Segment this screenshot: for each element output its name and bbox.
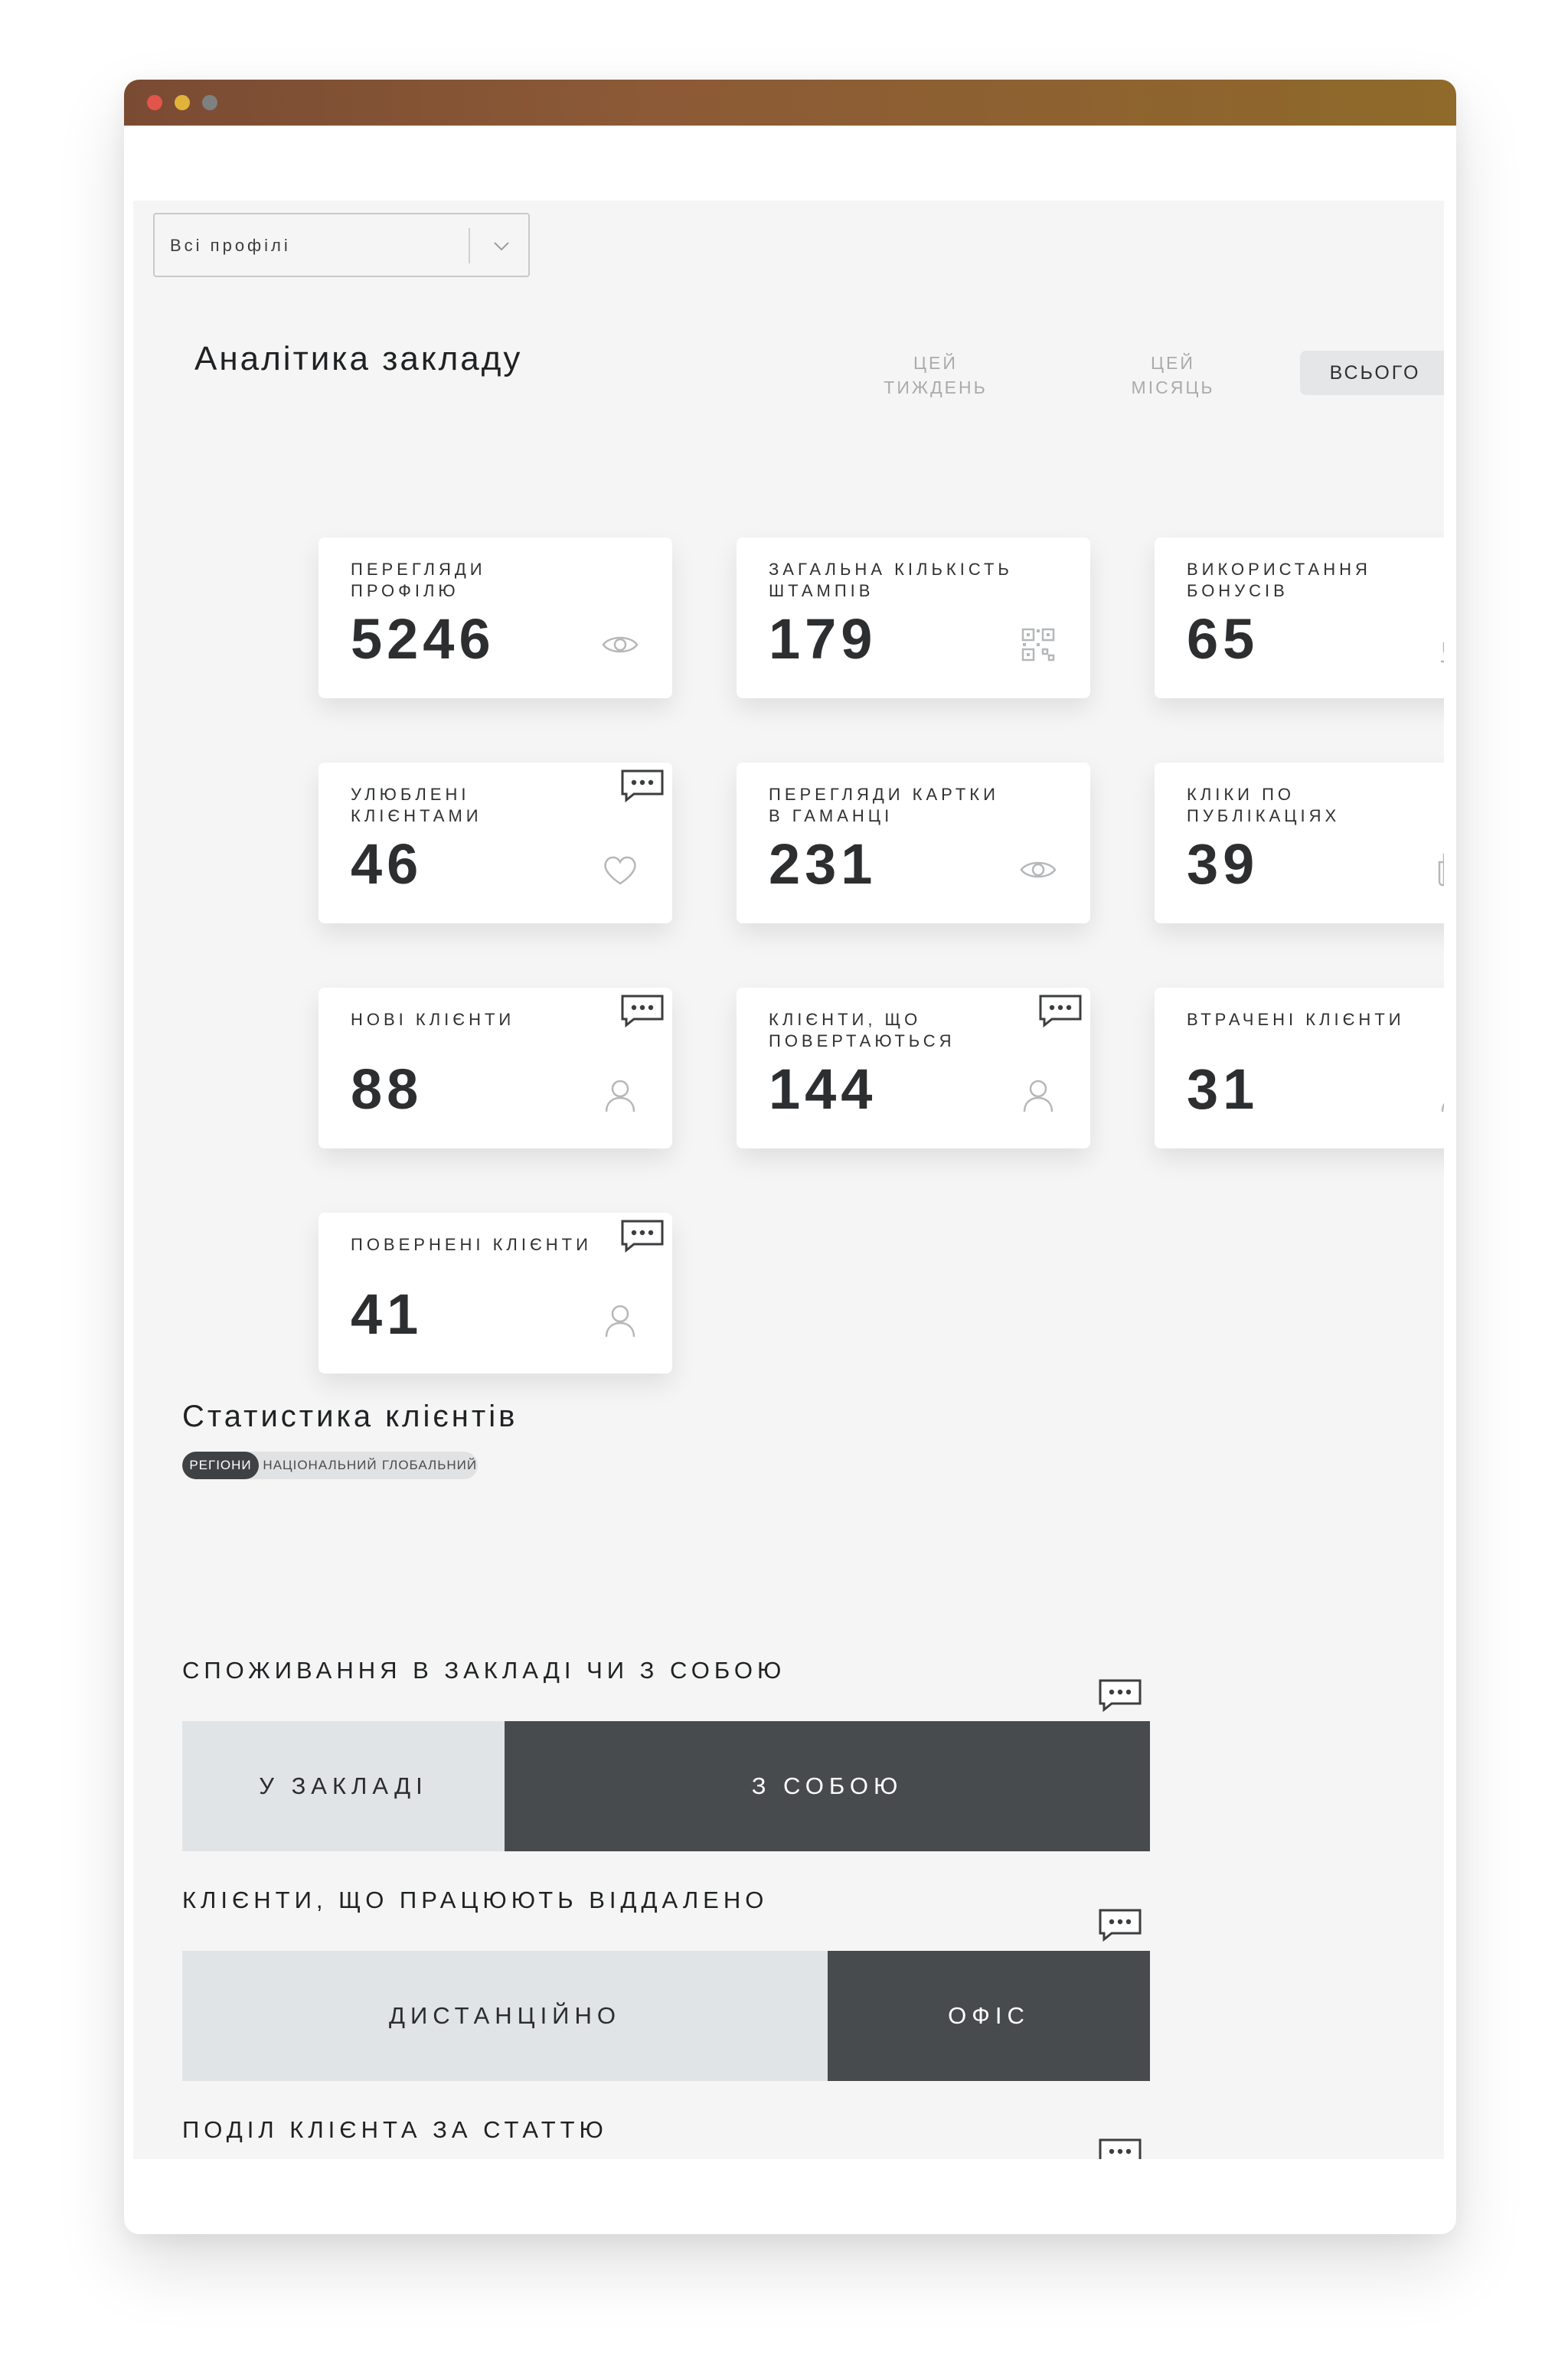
stat-card-favorites: УЛЮБЛЕНІ КЛІЄНТАМИ 46 (318, 763, 672, 923)
stat-card-label: ПЕРЕГЛЯДИ КАРТКИ В ГАМАНЦІ (769, 785, 999, 825)
minimize-window-button[interactable] (175, 95, 190, 110)
stat-card-label: ВТРАЧЕНІ КЛІЄНТИ (1187, 1010, 1405, 1029)
comment-icon[interactable] (1038, 994, 1083, 1027)
stat-card-lost-clients: ВТРАЧЕНІ КЛІЄНТИ 31 (1155, 988, 1444, 1148)
stat-card-value: 46 (351, 832, 423, 896)
coffee-cup-icon (1441, 642, 1444, 663)
stat-card-label: УЛЮБЛЕНІ КЛІЄНТАМИ (351, 785, 482, 825)
stat-card-value: 5246 (351, 607, 495, 671)
stat-card-value: 231 (769, 832, 877, 896)
stat-card-label: ЗАГАЛЬНА КІЛЬКІСТЬ ШТАМПІВ (769, 560, 1013, 600)
client-stats-title: Статистика клієнтів (182, 1400, 518, 1433)
select-divider (469, 228, 470, 263)
stat-card-new-clients: НОВІ КЛІЄНТИ 88 (318, 988, 672, 1148)
stat-card-profile-views: ПЕРЕГЛЯДИ ПРОФІЛЮ 5246 (318, 537, 672, 698)
chevron-down-icon (494, 242, 509, 251)
comment-icon[interactable] (620, 994, 665, 1027)
period-tab-all-time[interactable]: ВСЬОГО (1300, 351, 1444, 395)
period-tab-line: ТИЖДЕНЬ (884, 377, 988, 397)
user-icon (605, 1080, 635, 1112)
bar-segment-remote: ДИСТАНЦІЙНО (182, 1951, 828, 2081)
stat-card-value: 65 (1187, 607, 1259, 671)
comment-icon[interactable] (620, 1219, 665, 1253)
qr-code-icon (1021, 628, 1055, 662)
profile-select[interactable]: Всі профілі (153, 213, 530, 277)
period-tab-line: ЦЕЙ (1151, 353, 1195, 373)
bar-segment-office: ОФІС (828, 1951, 1150, 2081)
period-tab-line: ЦЕЙ (913, 353, 958, 373)
consumption-split-bar: У ЗАКЛАДІ З СОБОЮ (182, 1721, 1150, 1851)
stat-card-returning-clients: КЛІЄНТИ, ЩО ПОВЕРТАЮТЬСЯ 144 (737, 988, 1090, 1148)
stat-card-value: 144 (769, 1057, 877, 1121)
comment-icon[interactable] (1098, 1908, 1142, 1942)
stat-card-label: КЛІКИ ПО ПУБЛІКАЦІЯХ (1187, 785, 1341, 825)
profile-select-value: Всі профілі (170, 236, 291, 255)
bar-segment-takeaway: З СОБОЮ (505, 1721, 1150, 1851)
tab-regions[interactable]: РЕГІОНИ (182, 1452, 259, 1479)
stat-card-bonus-usage: ВИКОРИСТАННЯ БОНУСІВ 65 (1155, 537, 1444, 698)
user-icon (1441, 1103, 1444, 1112)
window-titlebar (124, 80, 1456, 126)
stat-card-total-stamps: ЗАГАЛЬНА КІЛЬКІСТЬ ШТАМПІВ 179 (737, 537, 1090, 698)
tab-national[interactable]: НАЦІОНАЛЬНИЙ (259, 1452, 381, 1479)
stat-card-label: ПЕРЕГЛЯДИ ПРОФІЛЮ (351, 560, 486, 600)
comment-icon[interactable] (1098, 2138, 1142, 2159)
stat-card-label: НОВІ КЛІЄНТИ (351, 1010, 515, 1029)
period-tab-this-week[interactable]: ЦЕЙ ТИЖДЕНЬ (867, 351, 1004, 400)
stat-card-value: 31 (1187, 1057, 1259, 1121)
section-title-consumption: СПОЖИВАННЯ В ЗАКЛАДІ ЧИ З СОБОЮ (182, 1657, 786, 1684)
close-window-button[interactable] (147, 95, 162, 110)
tab-global[interactable]: ГЛОБАЛЬНИЙ (381, 1452, 478, 1479)
stat-card-value: 88 (351, 1057, 423, 1121)
stat-card-value: 179 (769, 607, 877, 671)
eye-icon (602, 636, 639, 653)
comment-icon[interactable] (1098, 1678, 1142, 1712)
stat-card-label: ПОВЕРНЕНІ КЛІЄНТИ (351, 1235, 592, 1254)
stat-card-value: 39 (1187, 832, 1259, 896)
user-icon (605, 1305, 635, 1338)
comment-icon[interactable] (620, 769, 665, 802)
stat-card-returned-clients: ПОВЕРНЕНІ КЛІЄНТИ 41 (318, 1213, 672, 1374)
user-icon (1023, 1080, 1054, 1112)
heart-icon (604, 856, 636, 885)
stat-card-post-clicks: КЛІКИ ПО ПУБЛІКАЦІЯХ 39 (1155, 763, 1444, 923)
period-tab-line: МІСЯЦЬ (1131, 377, 1215, 397)
stat-card-label: КЛІЄНТИ, ЩО ПОВЕРТАЮТЬСЯ (769, 1010, 956, 1050)
maximize-window-button[interactable] (202, 95, 217, 110)
remote-work-split-bar: ДИСТАНЦІЙНО ОФІС (182, 1951, 1150, 2081)
page-title: Аналітика закладу (194, 340, 523, 377)
stat-card-value: 41 (351, 1282, 423, 1346)
bar-segment-dine-in: У ЗАКЛАДІ (182, 1721, 505, 1851)
stat-card-wallet-views: ПЕРЕГЛЯДИ КАРТКИ В ГАМАНЦІ 231 (737, 763, 1090, 923)
period-tab-this-month[interactable]: ЦЕЙ МІСЯЦЬ (1104, 351, 1242, 400)
section-title-gender: ПОДІЛ КЛІЄНТА ЗА СТАТТЮ (182, 2116, 608, 2143)
region-segmented-control: РЕГІОНИ НАЦІОНАЛЬНИЙ ГЛОБАЛЬНИЙ (182, 1452, 478, 1479)
browser-window: Всі профілі Аналітика закладу ЦЕЙ ТИЖДЕН… (124, 80, 1456, 2234)
newspaper-icon (1438, 853, 1444, 887)
eye-icon (1020, 861, 1057, 878)
stat-card-label: ВИКОРИСТАННЯ БОНУСІВ (1187, 560, 1371, 600)
analytics-page: Всі профілі Аналітика закладу ЦЕЙ ТИЖДЕН… (133, 201, 1444, 2159)
section-title-remote-work: КЛІЄНТИ, ЩО ПРАЦЮЮТЬ ВІДДАЛЕНО (182, 1887, 769, 1913)
